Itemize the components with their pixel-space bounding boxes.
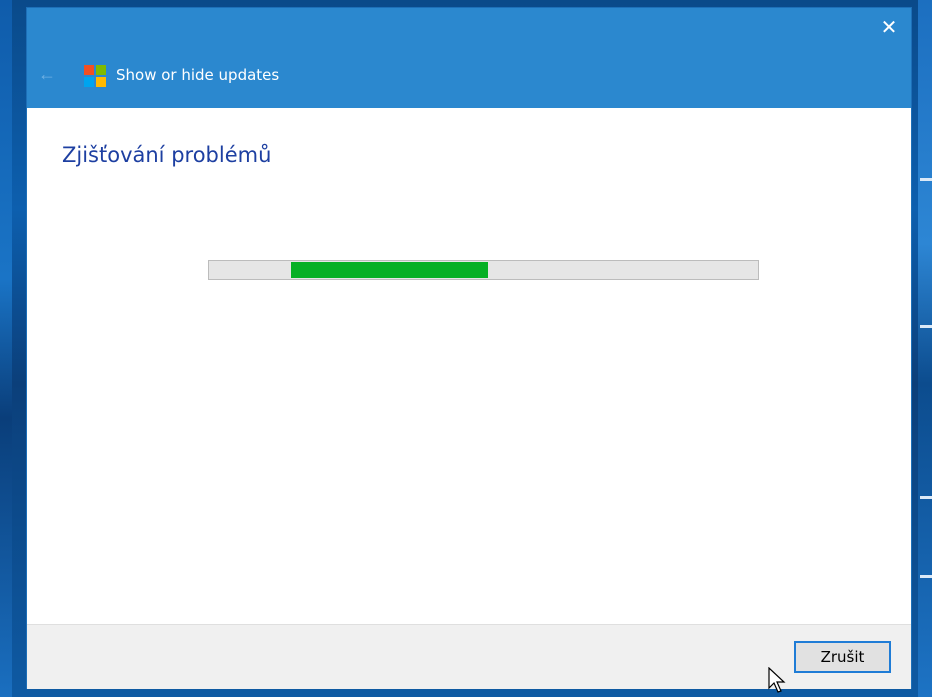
desktop-streak	[920, 496, 932, 499]
progress-bar-fill	[291, 262, 488, 278]
progress-bar	[208, 260, 759, 280]
windows-logo-icon	[84, 65, 106, 87]
desktop-streak	[920, 325, 932, 328]
troubleshooter-dialog: ✕ ← Show or hide updates Zjišťování prob…	[27, 8, 911, 689]
page-heading: Zjišťování problémů	[62, 143, 272, 167]
desktop-streak	[920, 575, 932, 578]
cancel-button[interactable]: Zrušit	[794, 641, 891, 673]
close-icon: ✕	[880, 17, 898, 39]
back-arrow-icon: ←	[38, 64, 56, 84]
window-title: Show or hide updates	[116, 66, 280, 84]
mouse-cursor-icon	[768, 667, 786, 693]
desktop-background-left	[0, 0, 12, 697]
desktop-streak	[920, 178, 932, 181]
title-bar: ✕ ← Show or hide updates	[27, 8, 911, 108]
desktop-background-right	[918, 0, 932, 697]
close-button[interactable]: ✕	[867, 8, 911, 48]
back-button[interactable]: ←	[35, 62, 59, 86]
